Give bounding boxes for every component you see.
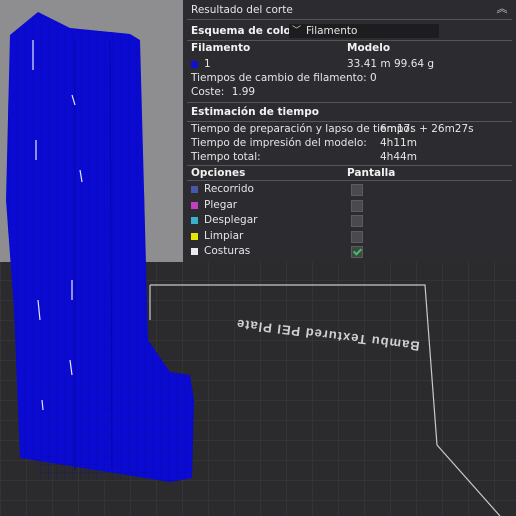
slice-result-panel: Resultado del corte ︽ Esquema de colores… <box>183 0 516 262</box>
print-time-label: Tiempo de impresión del modelo: <box>191 137 367 149</box>
display-header: Pantalla <box>347 167 396 179</box>
option-row-plegar: Plegar <box>183 198 516 213</box>
filament-index: 1 <box>204 58 211 70</box>
option-color-swatch <box>191 217 198 224</box>
model-header: Modelo <box>347 42 391 54</box>
option-label: Costuras <box>204 245 251 257</box>
display-checkbox[interactable] <box>351 199 363 212</box>
option-color-swatch <box>191 248 198 255</box>
collapse-icon[interactable]: ︽ <box>496 3 508 15</box>
cost-label: Coste: <box>191 86 225 98</box>
option-label: Desplegar <box>204 214 258 226</box>
option-row-recorrido: Recorrido <box>183 182 516 197</box>
display-checkbox[interactable] <box>351 184 363 196</box>
color-scheme-label: Esquema de colores <box>191 25 310 37</box>
display-checkbox[interactable] <box>351 246 363 258</box>
filament-changes-value: 0 <box>370 72 377 84</box>
display-checkbox[interactable] <box>351 215 363 227</box>
print-time-value: 4h11m <box>380 137 417 149</box>
option-row-costuras: Costuras <box>183 244 516 259</box>
total-time-label: Tiempo total: <box>191 151 261 163</box>
prep-time-row: Tiempo de preparación y lapso de tiempo:… <box>183 122 516 137</box>
filament-changes-label: Tiempos de cambio de filamento: <box>191 72 367 84</box>
option-row-limpiar: Limpiar <box>183 229 516 244</box>
chevron-down-icon: ﹀ <box>292 26 302 36</box>
option-label: Plegar <box>204 198 238 211</box>
total-time-value: 4h44m <box>380 151 417 163</box>
total-time-row: Tiempo total: 4h44m <box>183 150 516 165</box>
filament-weight: 99.64 g <box>394 58 435 70</box>
filament-header: Filamento <box>191 42 251 54</box>
color-scheme-dropdown[interactable]: ﹀ Filamento <box>289 24 439 38</box>
color-scheme-value: Filamento <box>306 25 358 37</box>
display-checkbox[interactable] <box>351 230 363 243</box>
filament-row: 1 33.41 m 99.64 g <box>183 57 516 72</box>
filament-length: 33.41 m <box>347 58 391 70</box>
option-label: Recorrido <box>204 183 254 195</box>
option-color-swatch <box>191 232 198 240</box>
option-color-swatch <box>191 201 198 209</box>
panel-title: Resultado del corte <box>191 4 293 16</box>
option-row-desplegar: Desplegar <box>183 213 516 228</box>
options-header: Opciones <box>191 167 246 179</box>
cost-value: 1.99 <box>231 86 256 98</box>
cost: Coste: 1.99 <box>191 85 516 100</box>
option-color-swatch <box>191 186 198 193</box>
filament-changes: Tiempos de cambio de filamento: 0 <box>191 71 516 86</box>
prep-time-value: 6m17s + 26m27s <box>380 123 474 135</box>
print-time-row: Tiempo de impresión del modelo: 4h11m <box>183 136 516 151</box>
option-label: Limpiar <box>204 229 244 242</box>
time-estimate-header: Estimación de tiempo <box>191 106 319 118</box>
filament-color-swatch <box>191 61 198 68</box>
